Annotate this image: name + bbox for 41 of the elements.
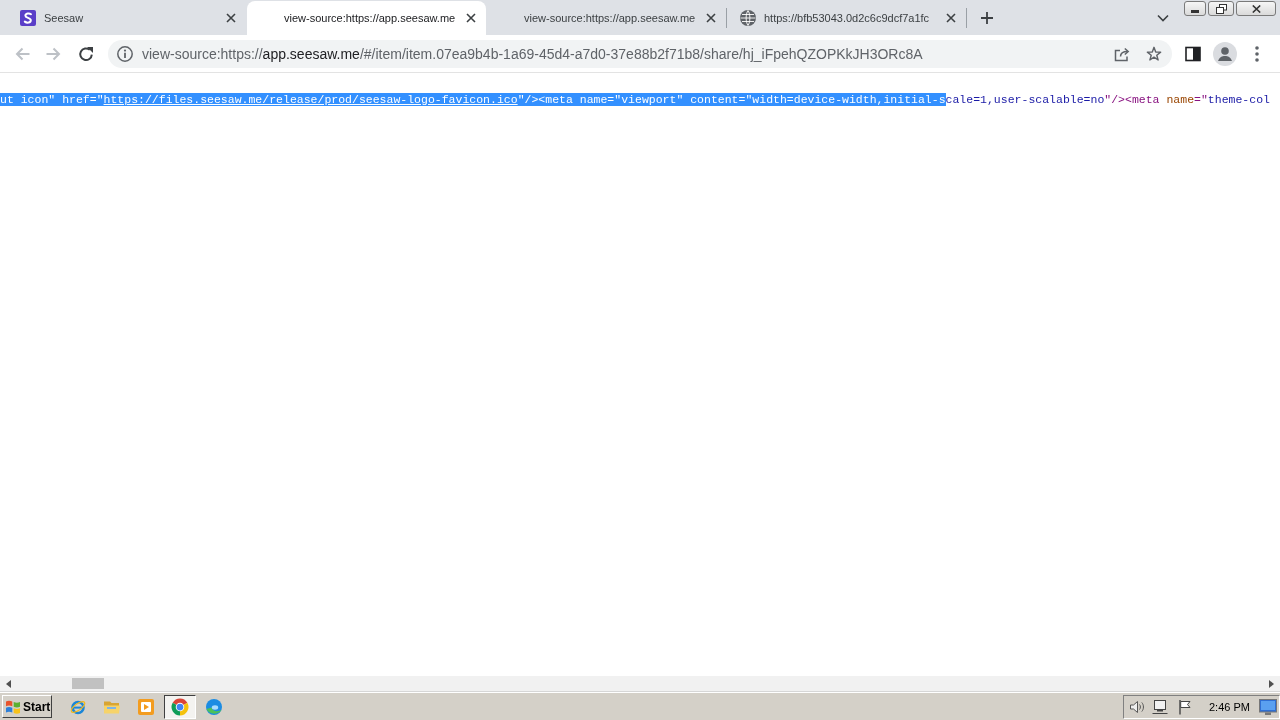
scroll-left-icon[interactable] — [6, 679, 11, 688]
network-icon[interactable] — [1152, 698, 1168, 715]
profile-avatar-icon[interactable] — [1213, 41, 1237, 66]
close-icon — [1251, 4, 1261, 13]
share-icon[interactable] — [1114, 45, 1130, 62]
speaker-icon[interactable] — [1129, 698, 1145, 715]
restore-button[interactable] — [1208, 1, 1234, 16]
scrollbar-thumb[interactable] — [72, 678, 104, 689]
close-tab-icon[interactable] — [706, 13, 716, 23]
info-icon[interactable] — [117, 45, 133, 62]
close-tab-icon[interactable] — [466, 13, 476, 23]
minimize-icon — [1191, 9, 1199, 13]
clock-text: 2:46 PM — [1209, 700, 1250, 713]
restore-icon — [1215, 3, 1227, 14]
browser-tab[interactable]: view-source:https://app.seesaw.me — [487, 1, 726, 35]
globe-icon — [740, 10, 756, 26]
close-tab-icon[interactable] — [946, 13, 956, 23]
flag-icon[interactable] — [1177, 698, 1193, 715]
new-tab-icon[interactable] — [981, 11, 993, 24]
source-code-line: ut icon" href="https://files.seesaw.me/release/prod/seesaw-logo-favicon.ico"/><meta name="viewport" content="width=device-width,initial-scale=1,user-scalable=no"/><meta name="theme-col — [0, 92, 1271, 107]
address-bar[interactable]: view-source:https://app.seesaw.me/#/item/item.07ea9b4b-1a69-45d4-a7d0-37e88b2f71b8/share/hj_iFpehQZOPKkJH3ORc8A — [108, 39, 1172, 68]
bookmark-star-icon[interactable] — [1146, 45, 1162, 62]
minimize-button[interactable] — [1184, 1, 1206, 16]
scroll-right-icon[interactable] — [1269, 679, 1274, 688]
side-panel-icon[interactable] — [1185, 45, 1201, 62]
four-pane-logo-icon — [5, 698, 21, 715]
taskbar-button[interactable] — [164, 694, 196, 719]
tab-search-chevron-icon[interactable] — [1157, 13, 1169, 22]
app-logo-icon — [20, 10, 36, 26]
browser-tab[interactable]: https://bfb53043.0d2c6c9dcf7a1fc — [727, 1, 966, 35]
reload-icon[interactable] — [78, 45, 94, 62]
start-button[interactable]: Start — [2, 695, 52, 718]
horizontal-scrollbar[interactable] — [0, 676, 1280, 692]
close-tab-icon[interactable] — [226, 13, 236, 23]
browser-tab[interactable]: Seesaw — [7, 1, 246, 35]
monitor-icon[interactable] — [1259, 698, 1277, 715]
round-logo-icon[interactable] — [171, 697, 189, 716]
menu-icon[interactable] — [1255, 45, 1259, 62]
text-selection: ut icon" href="https://files.seesaw.me/release/prod/seesaw-logo-favicon.ico"/><meta name="viewport" content="width=device-width,initial-s — [0, 93, 946, 106]
browser-tab[interactable]: view-source:https://app.seesaw.me — [247, 1, 486, 35]
close-window-button[interactable] — [1236, 1, 1276, 16]
